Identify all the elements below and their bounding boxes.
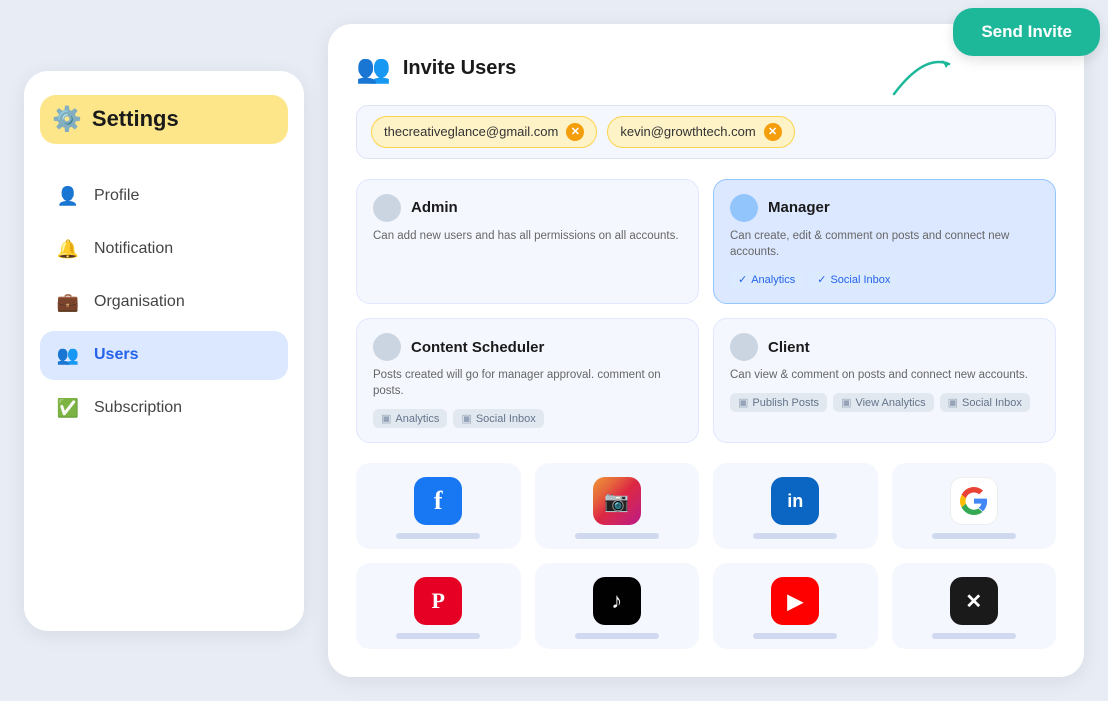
sidebar-item-users[interactable]: 👥 Users (40, 331, 288, 380)
instagram-icon: 📷 (593, 477, 641, 525)
social-line-twitter (932, 633, 1016, 639)
check-icon-cs-social: ▣ (461, 412, 471, 425)
role-card-client[interactable]: Client Can view & comment on posts and c… (713, 318, 1056, 443)
email-address-0: thecreativeglance@gmail.com (384, 124, 558, 139)
role-desc-manager: Can create, edit & comment on posts and … (730, 228, 1039, 260)
social-line-youtube (753, 633, 837, 639)
page-title: Invite Users (403, 57, 516, 80)
subscription-icon: ✅ (56, 398, 80, 419)
check-icon-cs-analytics: ▣ (381, 412, 391, 425)
email-tag-0: thecreativeglance@gmail.com ✕ (371, 116, 597, 148)
twitter-x-icon: ✕ (950, 577, 998, 625)
email-address-1: kevin@growthtech.com (620, 124, 755, 139)
linkedin-icon: in (771, 477, 819, 525)
social-card-tiktok[interactable]: ♪ (535, 563, 700, 649)
social-line-linkedin (753, 533, 837, 539)
check-icon-social: ✓ (817, 273, 826, 286)
role-dot-client (730, 333, 758, 361)
role-card-header-manager: Manager (730, 194, 1039, 222)
send-invite-button[interactable]: Send Invite (953, 8, 1100, 56)
social-card-linkedin[interactable]: in (713, 463, 878, 549)
social-line-pinterest (396, 633, 480, 639)
check-icon-publish: ▣ (738, 396, 748, 409)
sidebar-header: ⚙️ Settings (40, 95, 288, 144)
remove-email-1[interactable]: ✕ (764, 123, 782, 141)
role-badges-manager: ✓ Analytics ✓ Social Inbox (730, 270, 1039, 289)
role-card-header-admin: Admin (373, 194, 682, 222)
social-card-twitter[interactable]: ✕ (892, 563, 1057, 649)
role-name-content-scheduler: Content Scheduler (411, 339, 544, 356)
social-card-facebook[interactable]: f (356, 463, 521, 549)
role-card-manager[interactable]: Manager Can create, edit & comment on po… (713, 179, 1056, 304)
check-icon-analytics: ✓ (738, 273, 747, 286)
social-card-pinterest[interactable]: P (356, 563, 521, 649)
badge-social-inbox-client: ▣ Social Inbox (940, 393, 1030, 412)
role-badges-content-scheduler: ▣ Analytics ▣ Social Inbox (373, 409, 682, 428)
role-card-header-client: Client (730, 333, 1039, 361)
organisation-icon: 💼 (56, 292, 80, 313)
social-line-google (932, 533, 1016, 539)
role-dot-manager (730, 194, 758, 222)
google-icon (950, 477, 998, 525)
badge-view-analytics-client: ▣ View Analytics (833, 393, 934, 412)
sidebar-title: Settings (92, 106, 179, 132)
social-line-tiktok (575, 633, 659, 639)
sidebar-item-organisation[interactable]: 💼 Organisation (40, 278, 288, 327)
email-tags-row[interactable]: thecreativeglance@gmail.com ✕ kevin@grow… (356, 105, 1056, 159)
badge-publish-client: ▣ Publish Posts (730, 393, 827, 412)
sidebar-item-profile[interactable]: 👤 Profile (40, 172, 288, 221)
role-badges-client: ▣ Publish Posts ▣ View Analytics ▣ Socia… (730, 393, 1039, 412)
sidebar-item-label: Notification (94, 240, 173, 258)
sidebar-item-label: Organisation (94, 293, 185, 311)
sidebar: ⚙️ Settings 👤 Profile 🔔 Notification 💼 O… (24, 71, 304, 631)
role-desc-client: Can view & comment on posts and connect … (730, 367, 1039, 383)
sidebar-item-label: Users (94, 346, 138, 364)
sidebar-item-notification[interactable]: 🔔 Notification (40, 225, 288, 274)
pinterest-icon: P (414, 577, 462, 625)
role-dot-content-scheduler (373, 333, 401, 361)
role-name-admin: Admin (411, 199, 458, 216)
social-line-facebook (396, 533, 480, 539)
users-icon: 👥 (56, 345, 80, 366)
main-panel: Send Invite 👥 Invite Users thecreativegl… (328, 24, 1084, 677)
badge-analytics-manager: ✓ Analytics (730, 270, 803, 289)
role-card-content-scheduler[interactable]: Content Scheduler Posts created will go … (356, 318, 699, 443)
profile-icon: 👤 (56, 186, 80, 207)
social-line-instagram (575, 533, 659, 539)
youtube-icon: ▶ (771, 577, 819, 625)
role-desc-admin: Can add new users and has all permission… (373, 228, 682, 244)
badge-social-inbox-cs: ▣ Social Inbox (453, 409, 543, 428)
check-icon-client-social: ▣ (948, 396, 958, 409)
settings-icon: ⚙️ (52, 105, 82, 134)
arrow-decoration (884, 44, 964, 104)
role-card-admin[interactable]: Admin Can add new users and has all perm… (356, 179, 699, 304)
roles-grid: Admin Can add new users and has all perm… (356, 179, 1056, 443)
email-tag-1: kevin@growthtech.com ✕ (607, 116, 794, 148)
badge-analytics-cs: ▣ Analytics (373, 409, 447, 428)
check-icon-view-analytics: ▣ (841, 396, 851, 409)
sidebar-item-label: Profile (94, 187, 139, 205)
badge-social-inbox-manager: ✓ Social Inbox (809, 270, 898, 289)
facebook-icon: f (414, 477, 462, 525)
sidebar-item-label: Subscription (94, 399, 182, 417)
role-desc-content-scheduler: Posts created will go for manager approv… (373, 367, 682, 399)
social-card-youtube[interactable]: ▶ (713, 563, 878, 649)
tiktok-icon: ♪ (593, 577, 641, 625)
notification-icon: 🔔 (56, 239, 80, 260)
social-card-instagram[interactable]: 📷 (535, 463, 700, 549)
invite-users-icon: 👥 (356, 52, 391, 85)
remove-email-0[interactable]: ✕ (566, 123, 584, 141)
sidebar-item-subscription[interactable]: ✅ Subscription (40, 384, 288, 433)
social-grid: f 📷 in P (356, 463, 1056, 649)
role-card-header-content-scheduler: Content Scheduler (373, 333, 682, 361)
role-dot-admin (373, 194, 401, 222)
role-name-manager: Manager (768, 199, 830, 216)
social-card-google[interactable] (892, 463, 1057, 549)
role-name-client: Client (768, 339, 810, 356)
